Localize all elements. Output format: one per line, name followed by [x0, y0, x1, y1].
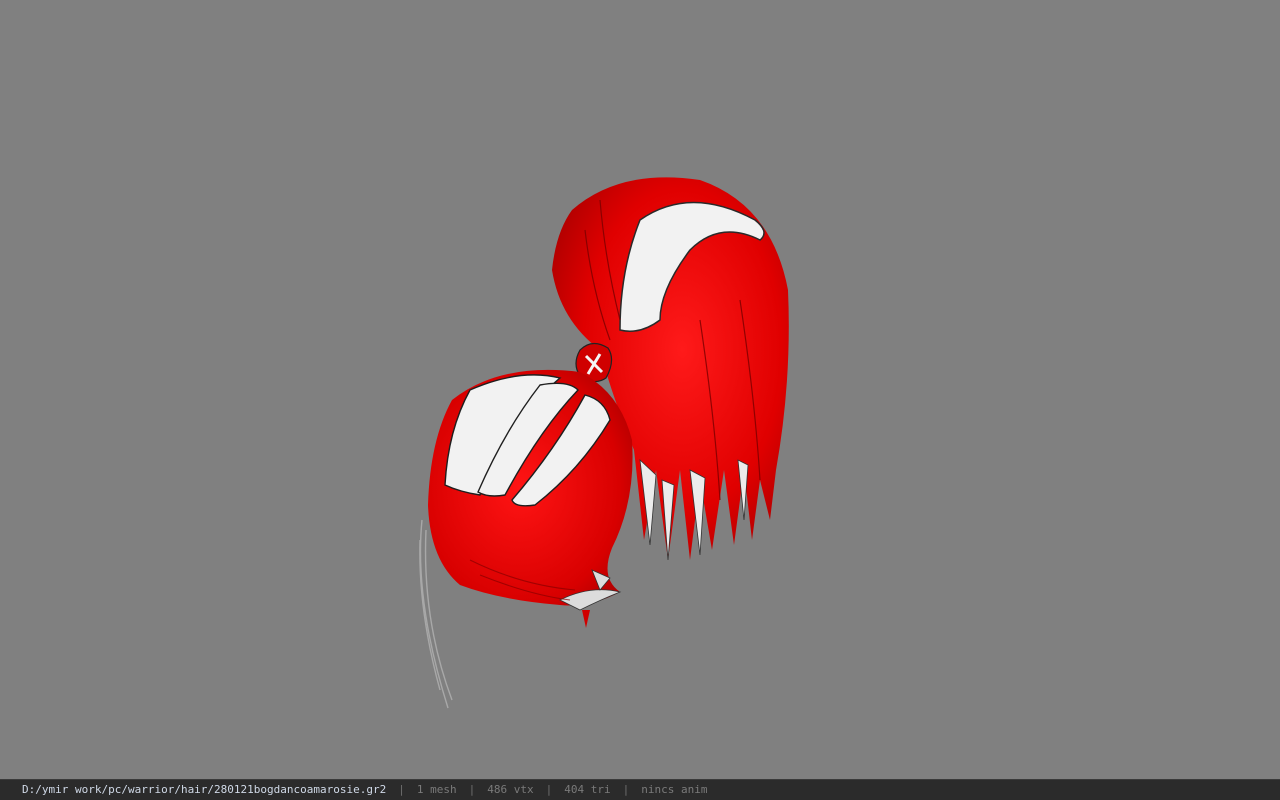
- separator: |: [398, 783, 405, 796]
- file-path-label: D:/ymir work/pc/warrior/hair/280121bogda…: [22, 783, 387, 796]
- hair-model-render: [419, 177, 789, 709]
- lower-hair-bun: [428, 369, 633, 628]
- separator: |: [468, 783, 476, 796]
- mesh-count-label: 1 mesh: [416, 783, 457, 796]
- animation-status-label: nincs anim: [641, 783, 708, 796]
- separator: |: [622, 783, 630, 796]
- separator: |: [545, 783, 553, 796]
- triangle-count-label: 404 tri: [564, 783, 611, 796]
- vertex-count-label: 486 vtx: [487, 783, 534, 796]
- 3d-viewport[interactable]: [0, 0, 1280, 779]
- status-bar: D:/ymir work/pc/warrior/hair/280121bogda…: [0, 779, 1280, 800]
